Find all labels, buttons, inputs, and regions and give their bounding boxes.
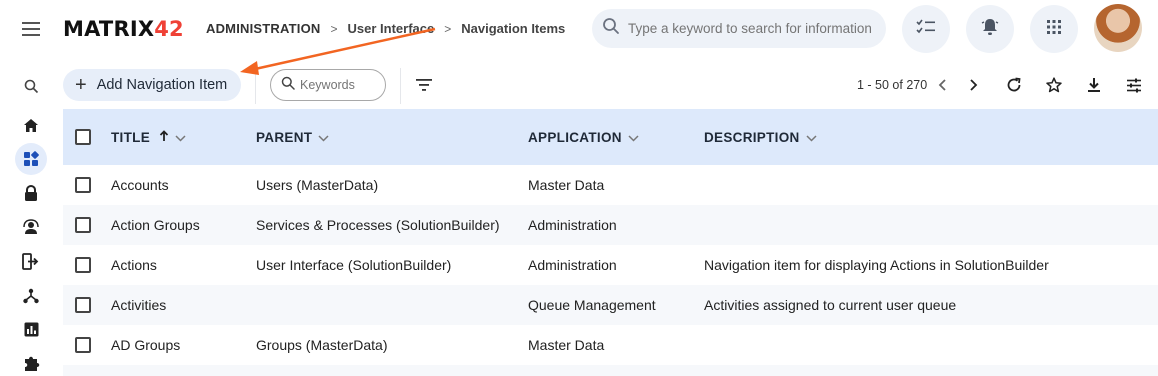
cell-application: Master Data (528, 337, 605, 353)
column-settings-icon[interactable] (1123, 74, 1145, 96)
breadcrumb-item[interactable]: User Interface (348, 21, 435, 36)
table-row[interactable]: Activities Queue Management Activities a… (63, 285, 1158, 325)
column-header-application[interactable]: APPLICATION (528, 130, 639, 145)
cell-title[interactable]: AD Groups (111, 337, 180, 353)
cell-description: Navigation item for displaying Actions i… (704, 257, 1049, 273)
filter-icon[interactable] (413, 74, 435, 96)
plus-icon: + (75, 74, 87, 96)
navigation-items-table: TITLE PARENT APPLICATION DESCRIPTION Acc… (63, 109, 1158, 376)
search-icon (281, 76, 295, 95)
tasks-icon (916, 18, 936, 41)
tasks-button[interactable] (902, 5, 950, 53)
service-desk-icon[interactable] (18, 214, 44, 240)
notifications-icon (981, 17, 999, 42)
nav-search-icon[interactable] (18, 73, 44, 99)
row-checkbox[interactable] (75, 337, 91, 353)
apps-grid-icon (1046, 19, 1062, 40)
table-row[interactable]: Accounts Users (MasterData) Master Data (63, 165, 1158, 205)
breadcrumb-current: Navigation Items (461, 21, 566, 36)
add-navigation-item-button[interactable]: + Add Navigation Item (63, 69, 241, 101)
chevron-down-icon (175, 130, 186, 145)
favorite-star-icon[interactable] (1043, 74, 1065, 96)
table-body: Accounts Users (MasterData) Master Data … (63, 165, 1158, 376)
lock-icon[interactable] (18, 180, 44, 206)
cell-application: Administration (528, 217, 617, 233)
cell-title[interactable]: Action Groups (111, 217, 200, 233)
global-search[interactable] (592, 9, 886, 48)
sort-ascending-icon (159, 130, 169, 145)
chevron-right-icon: > (330, 21, 338, 36)
download-icon[interactable] (1083, 74, 1105, 96)
refresh-icon[interactable] (1003, 74, 1025, 96)
pagination-text: 1 - 50 of 270 (857, 78, 928, 92)
row-checkbox[interactable] (75, 177, 91, 193)
keywords-filter[interactable] (270, 69, 386, 101)
table-row[interactable]: Actions User Interface (SolutionBuilder)… (63, 245, 1158, 285)
global-search-input[interactable] (628, 21, 878, 36)
cell-parent: Users (MasterData) (256, 177, 379, 193)
next-page-icon[interactable] (963, 74, 985, 96)
previous-page-icon[interactable] (931, 74, 953, 96)
breadcrumb: ADMINISTRATION > User Interface > Naviga… (206, 21, 565, 36)
home-icon[interactable] (18, 112, 44, 138)
chevron-down-icon (806, 130, 817, 145)
toolbar-divider (255, 68, 256, 104)
row-checkbox[interactable] (75, 297, 91, 313)
dashboard-icon[interactable] (15, 143, 47, 175)
toolbar-divider (400, 68, 401, 104)
cell-parent: Groups (MasterData) (256, 337, 388, 353)
chevron-right-icon: > (444, 21, 452, 36)
reports-icon[interactable] (18, 316, 44, 342)
chevron-down-icon (318, 130, 329, 145)
cell-description: Activities assigned to current user queu… (704, 297, 957, 313)
apps-button[interactable] (1030, 5, 1078, 53)
keywords-input[interactable] (300, 78, 380, 92)
add-button-label: Add Navigation Item (96, 77, 228, 93)
row-checkbox[interactable] (75, 257, 91, 273)
extensions-icon[interactable] (18, 350, 44, 376)
column-header-parent[interactable]: PARENT (256, 130, 329, 145)
notifications-button[interactable] (966, 5, 1014, 53)
hierarchy-icon[interactable] (18, 283, 44, 309)
top-bar: MATRIX42 ADMINISTRATION > User Interface… (0, 0, 1158, 58)
row-checkbox[interactable] (75, 217, 91, 233)
cell-title[interactable]: Accounts (111, 177, 169, 193)
cell-parent: User Interface (SolutionBuilder) (256, 257, 452, 273)
cell-title[interactable]: Actions (111, 257, 157, 273)
table-row-partial (63, 365, 1158, 376)
table-row[interactable]: Action Groups Services & Processes (Solu… (63, 205, 1158, 245)
search-icon (602, 17, 620, 40)
table-row[interactable]: AD Groups Groups (MasterData) Master Dat… (63, 325, 1158, 365)
cell-application: Queue Management (528, 297, 656, 313)
hamburger-menu-icon[interactable] (18, 17, 44, 41)
breadcrumb-item[interactable]: ADMINISTRATION (206, 21, 321, 36)
chevron-down-icon (628, 130, 639, 145)
app-window: MATRIX42 ADMINISTRATION > User Interface… (0, 0, 1158, 376)
select-all-checkbox[interactable] (75, 129, 91, 145)
user-avatar[interactable] (1094, 4, 1142, 52)
table-header: TITLE PARENT APPLICATION DESCRIPTION (63, 109, 1158, 165)
column-header-description[interactable]: DESCRIPTION (704, 130, 817, 145)
cell-application: Administration (528, 257, 617, 273)
cell-parent: Services & Processes (SolutionBuilder) (256, 217, 500, 233)
column-header-title[interactable]: TITLE (111, 130, 186, 145)
transfer-icon[interactable] (18, 248, 44, 274)
app-logo[interactable]: MATRIX42 (63, 17, 184, 41)
cell-application: Master Data (528, 177, 605, 193)
cell-title[interactable]: Activities (111, 297, 166, 313)
